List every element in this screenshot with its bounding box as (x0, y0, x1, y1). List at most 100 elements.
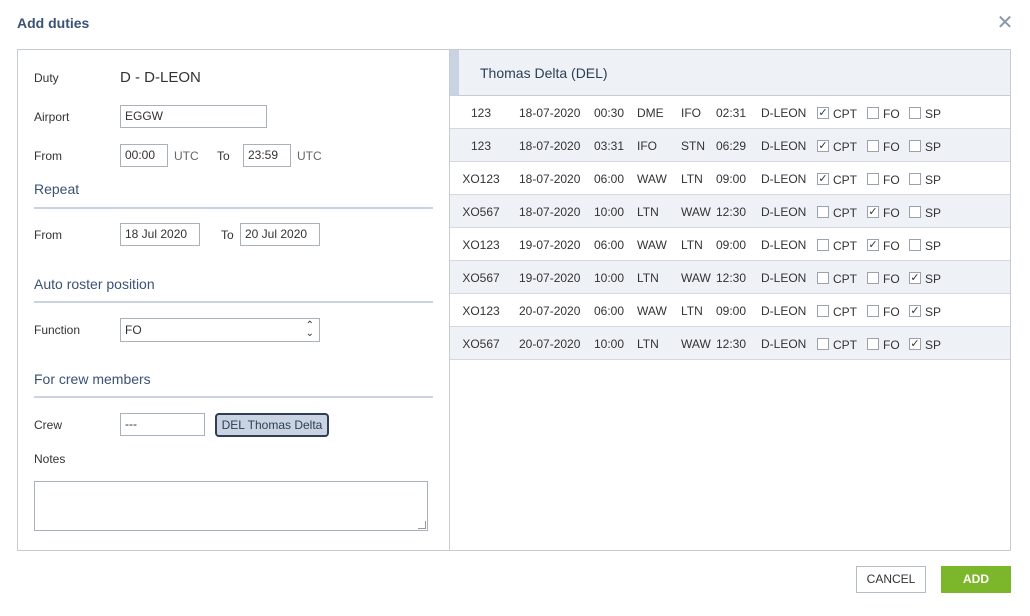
duty-dep-time: 06:00 (594, 238, 625, 252)
sp-checkbox[interactable]: ✓ (909, 305, 921, 317)
add-button[interactable]: ADD (941, 566, 1011, 593)
from-time-input[interactable]: 00:00 (120, 144, 168, 167)
cpt-label: CPT (833, 305, 857, 319)
fo-label: FO (883, 239, 900, 253)
fo-label: FO (883, 206, 900, 220)
duty-row: XO123 18-07-2020 06:00 WAW LTN 09:00 D-LEON ✓ CP… (450, 162, 1010, 195)
duty-row: XO123 19-07-2020 06:00 WAW LTN 09:00 D-LEON CPT… (450, 228, 1010, 261)
airport-input[interactable]: EGGW (120, 105, 267, 128)
to-time-input[interactable]: 23:59 (243, 144, 291, 167)
cpt-label: CPT (833, 173, 857, 187)
duty-date: 18-07-2020 (519, 205, 581, 219)
sp-label: SP (925, 140, 942, 154)
duty-value: D - D-LEON (120, 69, 201, 86)
sp-checkbox[interactable] (909, 239, 921, 251)
from-label: From (34, 149, 62, 163)
close-icon[interactable]: ✕ (996, 13, 1014, 33)
fo-checkbox[interactable]: ✓ (867, 239, 879, 251)
cpt-checkbox[interactable] (817, 239, 829, 251)
fo-label: FO (883, 305, 900, 319)
duty-from: IFO (637, 139, 657, 153)
crew-name: Thomas Delta (DEL) (480, 65, 608, 81)
crew-members-divider (34, 396, 433, 398)
sp-label: SP (925, 107, 942, 121)
function-select[interactable]: FO ⌃ ⌄ (120, 318, 320, 342)
sp-checkbox[interactable] (909, 107, 921, 119)
fo-label: FO (883, 338, 900, 352)
duty-to: WAW (681, 337, 711, 351)
duty-reg: D-LEON (761, 304, 807, 318)
duty-flight: XO567 (462, 205, 500, 219)
cpt-checkbox[interactable] (817, 338, 829, 350)
duty-row: 123 18-07-2020 03:31 IFO STN 06:29 D-LEON ✓ CPT F… (450, 129, 1010, 162)
duty-to: LTN (681, 172, 703, 186)
sp-label: SP (925, 338, 942, 352)
duty-reg: D-LEON (761, 238, 807, 252)
repeat-to-label: To (221, 228, 234, 242)
cpt-checkbox[interactable]: ✓ (817, 107, 829, 119)
duty-flight: XO123 (462, 304, 500, 318)
duty-arr-time: 12:30 (716, 337, 747, 351)
duty-from: LTN (637, 205, 659, 219)
fo-checkbox[interactable] (867, 338, 879, 350)
repeat-to-input[interactable]: 20 Jul 2020 (240, 223, 320, 246)
duty-row: XO567 18-07-2020 10:00 LTN WAW 12:30 D-LEON CPT… (450, 195, 1010, 228)
fo-checkbox[interactable] (867, 305, 879, 317)
cpt-checkbox[interactable] (817, 305, 829, 317)
duty-date: 20-07-2020 (519, 337, 581, 351)
duty-row: XO567 20-07-2020 10:00 LTN WAW 12:30 D-LEON CPT… (450, 327, 1010, 360)
repeat-title: Repeat (34, 181, 80, 197)
duty-date: 18-07-2020 (519, 106, 581, 120)
fo-checkbox[interactable] (867, 107, 879, 119)
duty-arr-time: 12:30 (716, 271, 747, 285)
duty-arr-time: 09:00 (716, 304, 747, 318)
notes-textarea[interactable] (34, 481, 428, 531)
repeat-from-label: From (34, 228, 62, 242)
fo-checkbox[interactable] (867, 272, 879, 284)
duty-to: STN (681, 139, 705, 153)
sp-checkbox[interactable] (909, 206, 921, 218)
duty-to: WAW (681, 271, 711, 285)
crew-input[interactable]: --- (120, 413, 205, 436)
duty-to: LTN (681, 304, 703, 318)
fo-checkbox[interactable] (867, 173, 879, 185)
repeat-divider (34, 207, 433, 209)
duty-arr-time: 09:00 (716, 172, 747, 186)
sp-checkbox[interactable] (909, 173, 921, 185)
auto-roster-title: Auto roster position (34, 276, 155, 292)
duty-from: LTN (637, 271, 659, 285)
sp-checkbox[interactable] (909, 140, 921, 152)
duty-dep-time: 06:00 (594, 304, 625, 318)
duty-dep-time: 03:31 (594, 139, 625, 153)
fo-checkbox[interactable]: ✓ (867, 206, 879, 218)
duty-row: XO567 19-07-2020 10:00 LTN WAW 12:30 D-LEON CPT… (450, 261, 1010, 294)
fo-checkbox[interactable] (867, 140, 879, 152)
duty-flight: 123 (470, 106, 492, 120)
cpt-checkbox[interactable] (817, 272, 829, 284)
sp-checkbox[interactable]: ✓ (909, 272, 921, 284)
crew-header: Thomas Delta (DEL) (450, 50, 1010, 96)
repeat-from-input[interactable]: 18 Jul 2020 (120, 223, 200, 246)
duty-to: IFO (681, 106, 701, 120)
duty-arr-time: 02:31 (716, 106, 747, 120)
duty-flight: XO123 (462, 238, 500, 252)
modal-body: Duty D - D-LEON Airport EGGW From 00:00 … (17, 49, 1011, 551)
crew-duties-panel: Thomas Delta (DEL) 123 18-07-2020 00:30 DME… (450, 50, 1010, 550)
cpt-checkbox[interactable]: ✓ (817, 140, 829, 152)
resize-handle-icon[interactable] (418, 521, 426, 529)
sp-label: SP (925, 206, 942, 220)
cpt-checkbox[interactable]: ✓ (817, 173, 829, 185)
duty-date: 18-07-2020 (519, 139, 581, 153)
cpt-checkbox[interactable] (817, 206, 829, 218)
duty-from: WAW (637, 172, 667, 186)
crew-label: Crew (34, 418, 63, 432)
cancel-button[interactable]: CANCEL (856, 566, 926, 593)
sp-checkbox[interactable]: ✓ (909, 338, 921, 350)
crew-members-title: For crew members (34, 371, 151, 387)
cpt-label: CPT (833, 338, 857, 352)
crew-chip[interactable]: DEL Thomas Delta (215, 413, 329, 437)
duty-row: 123 18-07-2020 00:30 DME IFO 02:31 D-LEON ✓ CPT F… (450, 96, 1010, 129)
duty-reg: D-LEON (761, 106, 807, 120)
duty-date: 19-07-2020 (519, 238, 581, 252)
duty-date: 19-07-2020 (519, 271, 581, 285)
